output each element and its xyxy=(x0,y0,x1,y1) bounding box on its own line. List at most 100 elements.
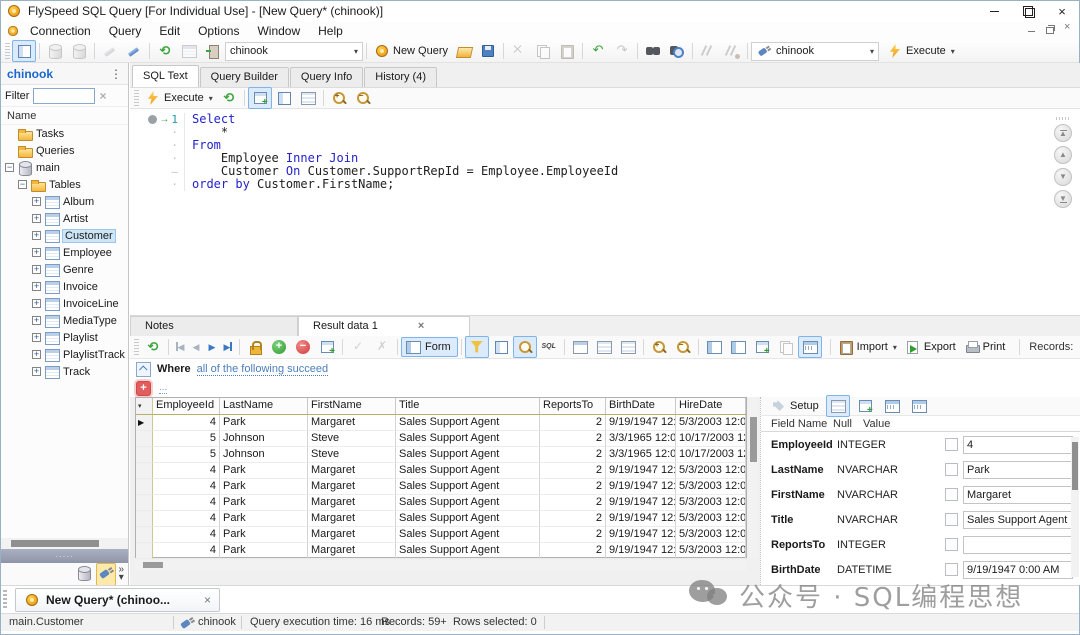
layout-text-button[interactable] xyxy=(296,87,320,109)
table-row[interactable]: ▶4ParkMargaretSales Support Agent29/19/1… xyxy=(136,415,746,431)
sidebar-splitter[interactable]: ····· xyxy=(1,549,128,563)
connections-view-button[interactable] xyxy=(96,563,116,586)
open-query-button[interactable] xyxy=(452,40,476,62)
grid-view-toggle[interactable] xyxy=(798,336,822,358)
object-tree-toggle-button[interactable] xyxy=(12,40,36,62)
group-panel-button[interactable] xyxy=(489,336,513,358)
redo-button[interactable]: ↷ xyxy=(610,40,634,62)
search-panel-button[interactable] xyxy=(513,336,537,358)
table-row[interactable]: 4ParkMargaretSales Support Agent29/19/19… xyxy=(136,527,746,543)
paste-button[interactable] xyxy=(555,40,579,62)
filter-button[interactable] xyxy=(465,336,489,358)
close-tab-icon[interactable]: × xyxy=(204,593,211,607)
tree-item-genre[interactable]: +Genre xyxy=(1,261,128,278)
edit-connection-button[interactable] xyxy=(98,40,122,62)
close-button[interactable]: × xyxy=(1045,1,1079,21)
tree-item-main[interactable]: −main xyxy=(1,159,128,176)
form-view-toggle[interactable]: Form xyxy=(401,337,458,357)
null-checkbox[interactable] xyxy=(945,463,958,476)
null-checkbox[interactable] xyxy=(945,538,958,551)
scroll-up-button[interactable]: ▲ xyxy=(1054,146,1072,164)
sidebar-menu-icon[interactable]: ⋮ xyxy=(110,67,122,81)
grid-filter-cell[interactable]: ▾ xyxy=(136,398,153,414)
tab-notes[interactable]: Notes xyxy=(130,316,298,336)
sql-code[interactable]: Select *From Employee Inner Join Custome… xyxy=(184,113,1051,191)
scroll-down-button[interactable]: ▼ xyxy=(1054,168,1072,186)
table-row[interactable]: 4ParkMargaretSales Support Agent29/19/19… xyxy=(136,495,746,511)
value-input[interactable]: Margaret xyxy=(963,486,1073,504)
column-header-title[interactable]: Title xyxy=(396,398,540,414)
scrollbar-thumb[interactable] xyxy=(143,562,163,568)
inspector-vscrollbar[interactable] xyxy=(1071,437,1079,577)
disconnect-button[interactable] xyxy=(201,40,225,62)
new-query-button[interactable]: New Query xyxy=(370,40,452,62)
tab-query-info[interactable]: Query Info xyxy=(290,67,363,87)
tab-history-4-[interactable]: History (4) xyxy=(364,67,437,87)
tree-item-playlist[interactable]: +Playlist xyxy=(1,329,128,346)
inspector-form-view-button[interactable] xyxy=(853,395,877,417)
find-button[interactable] xyxy=(641,40,665,62)
menu-connection[interactable]: Connection xyxy=(21,24,100,38)
scroll-bottom-button[interactable]: ▼ xyxy=(1054,190,1072,208)
refresh-schema-button[interactable]: ⟲ xyxy=(153,40,177,62)
column-header-birthdate[interactable]: BirthDate xyxy=(606,398,676,414)
filter-input[interactable] xyxy=(33,88,95,104)
add-condition-button[interactable]: + xyxy=(136,381,151,396)
tab-sql-text[interactable]: SQL Text xyxy=(132,65,199,87)
prior-record-button[interactable]: ◀ xyxy=(188,342,204,353)
expand-icon[interactable]: + xyxy=(32,367,41,376)
best-fit-rows-button[interactable] xyxy=(616,336,640,358)
value-input[interactable] xyxy=(963,536,1073,554)
connection-properties-button[interactable] xyxy=(122,40,146,62)
layout-single-button[interactable] xyxy=(248,87,272,109)
null-checkbox[interactable] xyxy=(945,513,958,526)
grid-hscrollbar[interactable] xyxy=(135,560,747,570)
find-in-db-button[interactable] xyxy=(665,40,689,62)
tree-item-artist[interactable]: +Artist xyxy=(1,210,128,227)
close-tab-icon[interactable]: × xyxy=(418,317,424,336)
last-record-button[interactable]: ▶ xyxy=(220,342,236,353)
column-header-hiredate[interactable]: HireDate xyxy=(676,398,746,414)
sql-editor[interactable]: →1···—· Select *From Employee Inner Join… xyxy=(130,109,1080,315)
tree-item-album[interactable]: +Album xyxy=(1,193,128,210)
mdi-restore-button[interactable] xyxy=(1045,24,1055,34)
value-input[interactable]: 4 xyxy=(963,436,1073,454)
query-connection-select[interactable]: chinook ▾ xyxy=(751,42,879,61)
view-layout-3-button[interactable] xyxy=(750,336,774,358)
uncomment-button[interactable] xyxy=(720,40,744,62)
expand-icon[interactable]: + xyxy=(32,299,41,308)
export-button[interactable]: Export xyxy=(901,336,960,358)
bottom-tab-new-query[interactable]: New Query* (chinoo... × xyxy=(15,588,220,612)
copy-button[interactable] xyxy=(531,40,555,62)
tree-item-invoiceline[interactable]: +InvoiceLine xyxy=(1,295,128,312)
menu-options[interactable]: Options xyxy=(189,24,248,38)
grid-zoom-in-button[interactable]: + xyxy=(647,336,671,358)
tree-item-mediatype[interactable]: +MediaType xyxy=(1,312,128,329)
sidebar-hscrollbar[interactable] xyxy=(1,538,128,549)
expand-icon[interactable]: + xyxy=(32,197,41,206)
column-header-reportsto[interactable]: ReportsTo xyxy=(540,398,606,414)
editor-execute-button[interactable]: Execute ▾ xyxy=(141,87,217,109)
grid-zoom-out-button[interactable]: − xyxy=(671,336,695,358)
delete-record-button[interactable] xyxy=(291,336,315,358)
grid-options-button[interactable] xyxy=(568,336,592,358)
insert-record-button[interactable] xyxy=(267,336,291,358)
view-layout-2-button[interactable] xyxy=(726,336,750,358)
inspector-list-view-button[interactable] xyxy=(826,395,850,417)
edit-record-button[interactable] xyxy=(315,336,339,358)
refresh-query-button[interactable]: ⟲ xyxy=(217,87,241,109)
fetch-all-button[interactable] xyxy=(243,336,267,358)
tree-item-tasks[interactable]: Tasks xyxy=(1,125,128,142)
import-button[interactable]: Import ▾ xyxy=(834,336,901,358)
post-edit-button[interactable]: ✓ xyxy=(346,336,370,358)
table-row[interactable]: 5JohnsonSteveSales Support Agent23/3/196… xyxy=(136,447,746,463)
undo-button[interactable]: ↶ xyxy=(586,40,610,62)
tree-item-queries[interactable]: Queries xyxy=(1,142,128,159)
menu-query[interactable]: Query xyxy=(100,24,151,38)
collapse-icon[interactable]: − xyxy=(18,180,27,189)
table-row[interactable]: 4ParkMargaretSales Support Agent29/19/19… xyxy=(136,543,746,559)
collapse-icon[interactable]: − xyxy=(5,163,14,172)
tree-item-employee[interactable]: +Employee xyxy=(1,244,128,261)
column-header-firstname[interactable]: FirstName xyxy=(308,398,396,414)
cut-button[interactable] xyxy=(507,40,531,62)
